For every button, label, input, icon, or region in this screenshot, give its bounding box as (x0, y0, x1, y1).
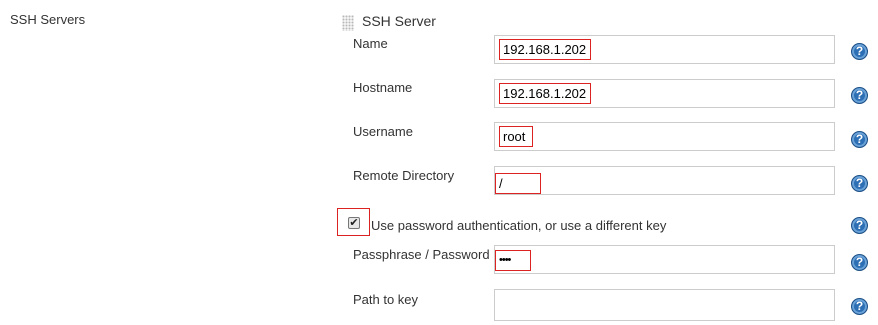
name-value: 192.168.1.202 (499, 39, 591, 60)
help-icon[interactable]: ? (851, 131, 868, 148)
passphrase-value: •••• (495, 250, 531, 271)
password-auth-label: Use password authentication, or use a di… (371, 218, 667, 233)
username-value: root (499, 126, 533, 147)
username-input[interactable]: root (494, 122, 835, 151)
drag-handle-icon[interactable] (342, 15, 354, 31)
help-icon[interactable]: ? (851, 254, 868, 271)
help-icon[interactable]: ? (851, 87, 868, 104)
password-auth-checkbox[interactable]: ✔ (337, 208, 370, 236)
help-icon[interactable]: ? (851, 43, 868, 60)
remote-directory-label: Remote Directory (353, 168, 455, 183)
path-to-key-input[interactable] (494, 289, 835, 321)
path-to-key-label: Path to key (353, 292, 419, 307)
hostname-value: 192.168.1.202 (499, 83, 591, 104)
hostname-input[interactable]: 192.168.1.202 (494, 79, 835, 108)
name-input[interactable]: 192.168.1.202 (494, 35, 835, 64)
username-label: Username (353, 124, 413, 139)
checkmark-icon: ✔ (348, 217, 360, 229)
section-label: SSH Servers (10, 12, 86, 27)
passphrase-input[interactable]: •••• (494, 245, 835, 274)
name-label: Name (353, 36, 388, 51)
remote-directory-value: / (495, 173, 541, 194)
block-title: SSH Server (362, 13, 436, 29)
help-icon[interactable]: ? (851, 175, 868, 192)
remote-directory-input[interactable]: / (494, 166, 835, 195)
help-icon[interactable]: ? (851, 217, 868, 234)
passphrase-label: Passphrase / Password (353, 247, 490, 262)
help-icon[interactable]: ? (851, 298, 868, 315)
hostname-label: Hostname (353, 80, 413, 95)
